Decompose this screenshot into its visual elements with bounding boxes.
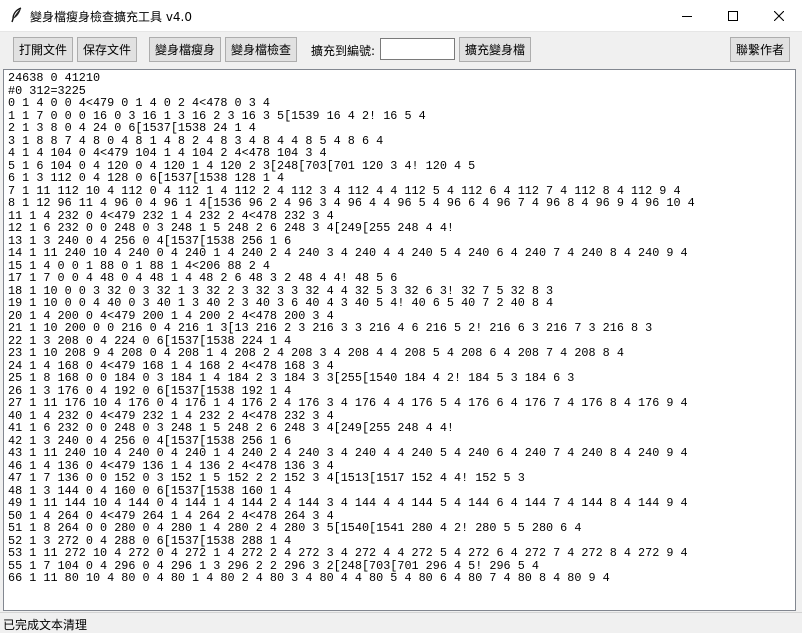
status-bar: 已完成文本清理 xyxy=(0,612,802,633)
minimize-button[interactable] xyxy=(664,0,710,31)
close-button[interactable] xyxy=(756,0,802,31)
expand-to-number-input[interactable] xyxy=(380,38,455,60)
open-file-button[interactable]: 打開文件 xyxy=(13,37,73,62)
expand-morph-file-button[interactable]: 擴充變身檔 xyxy=(459,37,531,62)
contact-author-button[interactable]: 聯繫作者 xyxy=(730,37,790,62)
feather-icon xyxy=(10,7,24,23)
text-editor[interactable]: 24638 0 41210 #0 312=3225 0 1 4 0 0 4<47… xyxy=(3,69,796,611)
expand-to-label: 擴充到編號: xyxy=(311,44,376,58)
title-bar: 變身檔瘦身檢查擴充工具 v4.0 xyxy=(0,0,802,32)
minimize-icon xyxy=(682,15,692,17)
window-title: 變身檔瘦身檢查擴充工具 v4.0 xyxy=(30,10,193,24)
status-text: 已完成文本清理 xyxy=(3,618,88,632)
slim-morph-file-button[interactable]: 變身檔瘦身 xyxy=(149,37,221,62)
maximize-icon xyxy=(728,10,738,21)
editor-content: 24638 0 41210 #0 312=3225 0 1 4 0 0 4<47… xyxy=(4,70,795,587)
editor-line: 66 1 11 80 10 4 80 0 4 80 1 4 80 2 4 80 … xyxy=(8,571,610,585)
maximize-button[interactable] xyxy=(710,0,756,31)
toolbar: 打開文件 保存文件 變身檔瘦身 變身檔檢查 擴充到編號: 擴充變身檔 聯繫作者 xyxy=(0,32,802,68)
check-morph-file-button[interactable]: 變身檔檢查 xyxy=(225,37,297,62)
close-icon xyxy=(774,10,784,21)
save-file-button[interactable]: 保存文件 xyxy=(77,37,137,62)
